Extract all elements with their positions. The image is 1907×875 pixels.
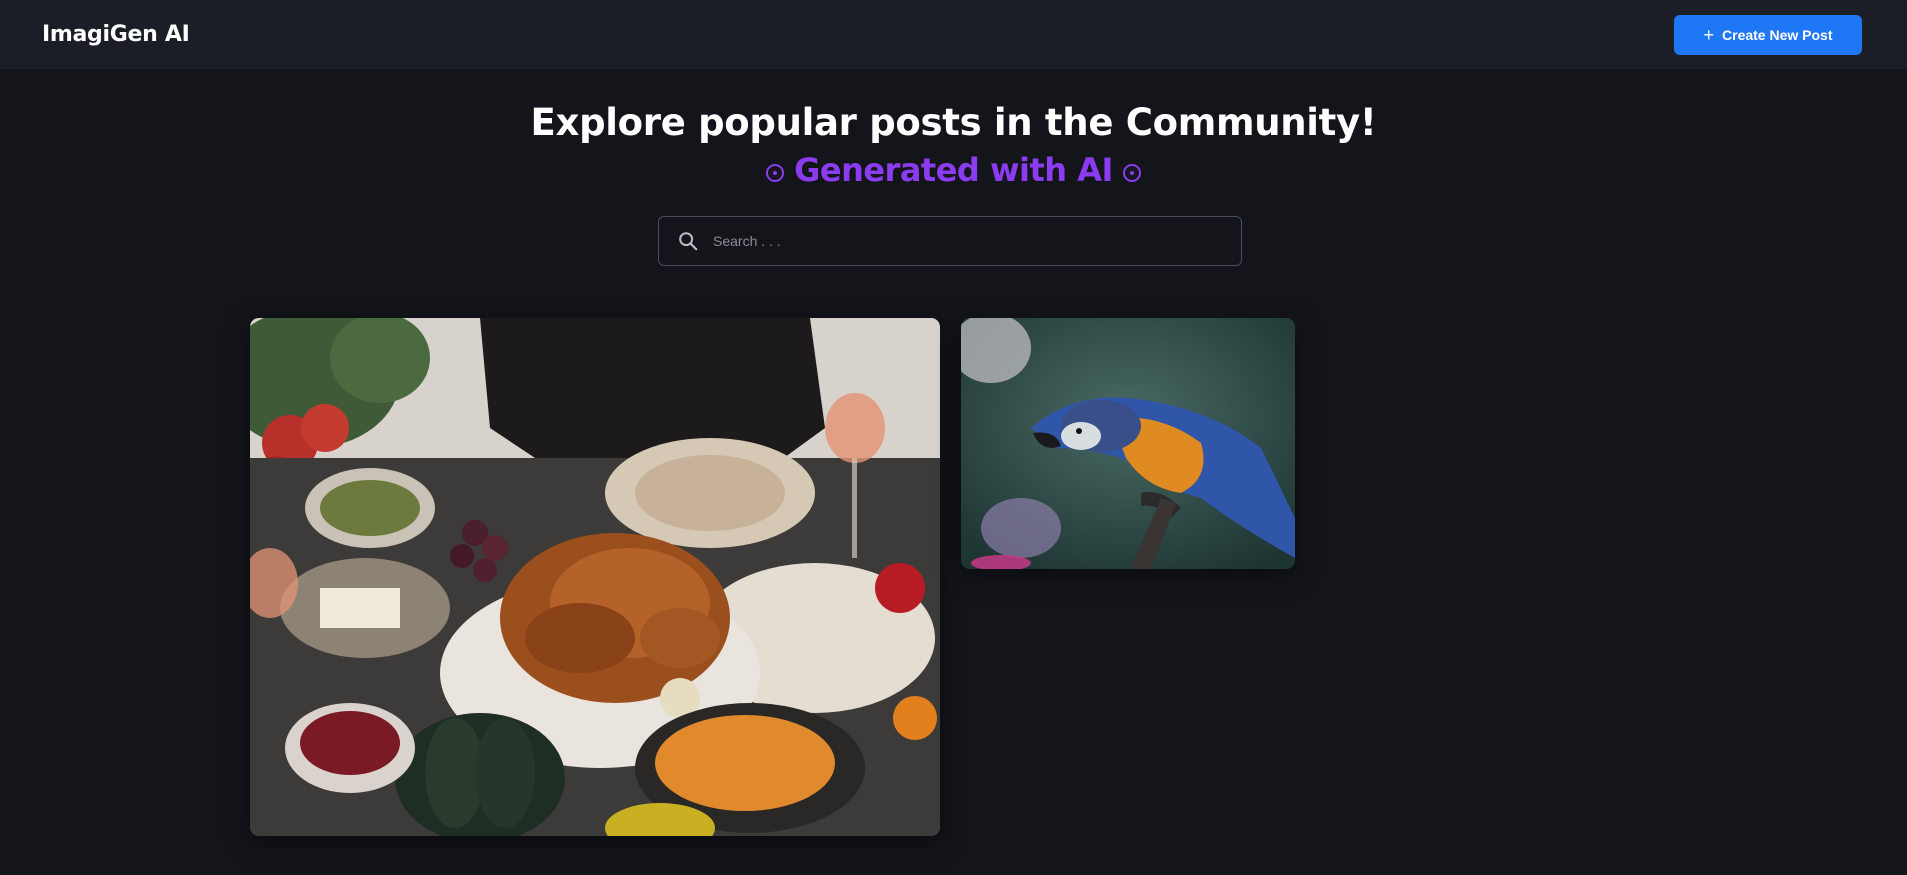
top-bar: ImagiGen AI + Create New Post <box>0 0 1907 69</box>
post-card[interactable] <box>250 318 940 836</box>
post-card[interactable] <box>961 318 1295 569</box>
create-new-post-button[interactable]: + Create New Post <box>1674 14 1862 55</box>
post-image <box>250 318 940 836</box>
subtitle-text: Generated with AI <box>794 151 1113 189</box>
post-image <box>961 318 1295 569</box>
search-bar[interactable] <box>658 216 1242 266</box>
app-logo[interactable]: ImagiGen AI <box>42 22 190 47</box>
search-input[interactable] <box>713 233 1213 249</box>
plus-icon: + <box>1703 24 1715 45</box>
page-title: Explore popular posts in the Community! <box>530 101 1377 144</box>
page-subtitle: Generated with AI <box>0 151 1907 189</box>
target-icon <box>1122 164 1141 182</box>
target-icon <box>766 164 785 182</box>
search-icon <box>679 232 698 251</box>
create-new-post-label: Create New Post <box>1722 26 1833 43</box>
